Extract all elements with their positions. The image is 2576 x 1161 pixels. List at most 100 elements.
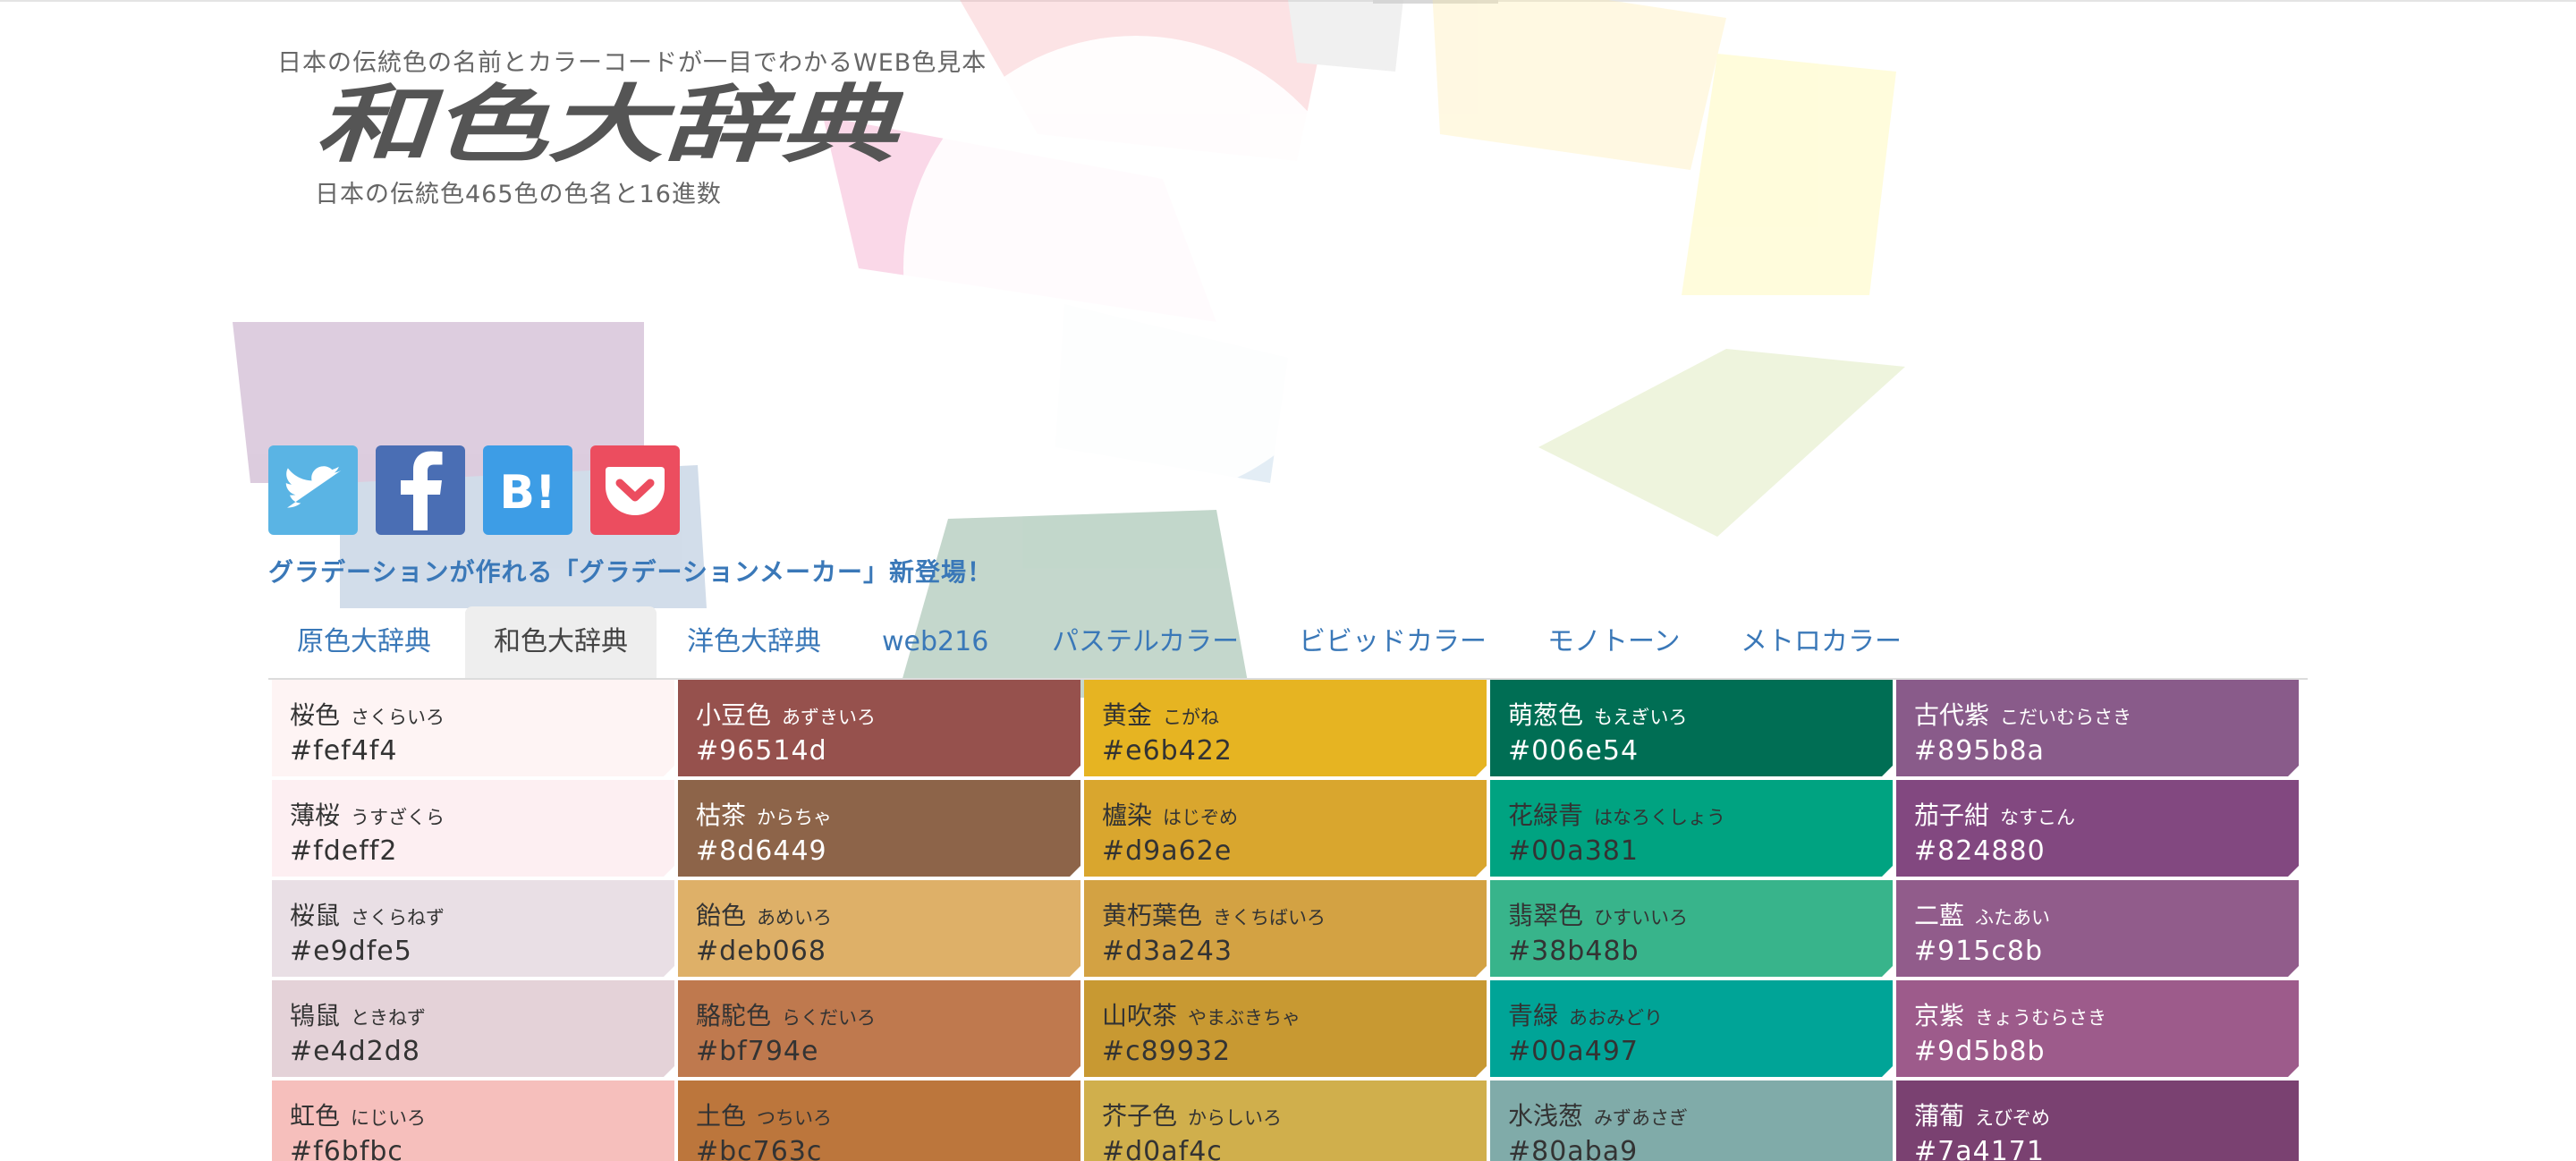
color-kanji-name: 枯茶 [696, 801, 747, 830]
swatch-corner-fold [664, 866, 674, 877]
color-reading: あめいろ [757, 907, 833, 928]
color-hex-code: #38b48b [1508, 936, 1640, 967]
color-hex-code: #8d6449 [696, 835, 827, 867]
color-kanji-name: 鴇鼠 [290, 1001, 341, 1030]
color-kanji-name: 二藍 [1914, 901, 1965, 930]
color-swatch[interactable]: 土色 つちいろ #bc763c [678, 1080, 1080, 1161]
color-swatch[interactable]: 古代紫 こだいむらさき #895b8a [1896, 680, 2299, 776]
tab-metro-colors[interactable]: メトロカラー [1741, 606, 1902, 678]
swatch-corner-fold [2288, 866, 2299, 877]
tab-web216[interactable]: web216 [882, 606, 988, 678]
color-swatch[interactable]: 水浅葱 みずあさぎ #80aba9 [1490, 1080, 1893, 1161]
swatch-corner-fold [664, 766, 674, 776]
color-kanji-name: 桜鼠 [290, 901, 341, 930]
color-swatch[interactable]: 黄金 こがね #e6b422 [1084, 680, 1487, 776]
color-hex-code: #00a497 [1508, 1036, 1639, 1067]
color-reading: やまぶきちゃ [1188, 1007, 1301, 1029]
color-reading: さくらいろ [351, 707, 445, 728]
color-swatch[interactable]: 翡翠色 ひすいいろ #38b48b [1490, 880, 1893, 977]
color-name: 小豆色 あずきいろ [696, 699, 1080, 733]
color-swatch[interactable]: 櫨染 はじぞめ #d9a62e [1084, 780, 1487, 877]
color-swatch[interactable]: 桜色 さくらいろ #fef4f4 [272, 680, 674, 776]
swatch-corner-fold [2288, 966, 2299, 977]
color-hex-code: #d3a243 [1102, 936, 1233, 967]
color-kanji-name: 芥子色 [1102, 1101, 1178, 1131]
swatch-corner-fold [1882, 966, 1893, 977]
hatena-bookmark-button[interactable]: B! [483, 445, 572, 535]
swatch-corner-fold [1476, 966, 1487, 977]
color-name: 萌葱色 もえぎいろ [1508, 699, 1893, 733]
tab-primary-colors[interactable]: 原色大辞典 [297, 606, 431, 678]
color-kanji-name: 青緑 [1508, 1001, 1559, 1030]
swatch-corner-fold [1070, 866, 1080, 877]
color-reading: さくらねず [351, 907, 445, 928]
swatch-corner-fold [1070, 966, 1080, 977]
color-swatch[interactable]: 京紫 きょうむらさき #9d5b8b [1896, 980, 2299, 1077]
color-hex-code: #d0af4c [1102, 1136, 1223, 1161]
color-swatch[interactable]: 蒲葡 えびぞめ #7a4171 [1896, 1080, 2299, 1161]
color-name: 飴色 あめいろ [696, 900, 1080, 934]
color-swatch[interactable]: 萌葱色 もえぎいろ #006e54 [1490, 680, 1893, 776]
color-reading: からしいろ [1188, 1107, 1283, 1129]
color-swatch[interactable]: 枯茶 からちゃ #8d6449 [678, 780, 1080, 877]
pocket-save-button[interactable] [590, 445, 680, 535]
gradient-maker-announcement-link[interactable]: グラデーションが作れる「グラデーションメーカー」新登場！ [268, 553, 993, 589]
tab-vivid-colors[interactable]: ビビッドカラー [1299, 606, 1487, 678]
color-name: 櫨染 はじぞめ [1102, 800, 1487, 834]
color-name: 枯茶 からちゃ [696, 800, 1080, 834]
color-hex-code: #fef4f4 [290, 735, 398, 767]
color-reading: はじぞめ [1163, 807, 1239, 828]
color-kanji-name: 櫨染 [1102, 801, 1153, 830]
swatch-corner-fold [1476, 1066, 1487, 1077]
color-kanji-name: 蒲葡 [1914, 1101, 1965, 1131]
color-swatch[interactable]: 黄朽葉色 きくちばいろ #d3a243 [1084, 880, 1487, 977]
twitter-share-button[interactable] [268, 445, 358, 535]
swatch-corner-fold [664, 966, 674, 977]
color-swatch[interactable]: 花緑青 はなろくしょう #00a381 [1490, 780, 1893, 877]
color-swatch[interactable]: 小豆色 あずきいろ #96514d [678, 680, 1080, 776]
tab-japanese-colors[interactable]: 和色大辞典 [465, 606, 657, 678]
color-reading: こがね [1163, 707, 1220, 728]
color-swatch[interactable]: 芥子色 からしいろ #d0af4c [1084, 1080, 1487, 1161]
hatena-bookmark-icon: B! [499, 466, 555, 517]
color-hex-code: #006e54 [1508, 735, 1640, 767]
color-swatch[interactable]: 飴色 あめいろ #deb068 [678, 880, 1080, 977]
tab-monotone[interactable]: モノトーン [1547, 606, 1681, 678]
color-name: 薄桜 うすざくら [290, 800, 674, 834]
color-swatch[interactable]: 鴇鼠 ときねず #e4d2d8 [272, 980, 674, 1077]
color-hex-code: #deb068 [696, 936, 826, 967]
color-reading: もえぎいろ [1594, 707, 1688, 728]
color-name: 桜色 さくらいろ [290, 699, 674, 733]
color-name: 黄朽葉色 きくちばいろ [1102, 900, 1487, 934]
color-swatch[interactable]: 桜鼠 さくらねず #e9dfe5 [272, 880, 674, 977]
twitter-bird-icon [285, 466, 342, 508]
color-swatch[interactable]: 山吹茶 やまぶきちゃ #c89932 [1084, 980, 1487, 1077]
color-swatch[interactable]: 駱駝色 らくだいろ #bf794e [678, 980, 1080, 1077]
color-name: 二藍 ふたあい [1914, 900, 2299, 934]
tab-pastel-colors[interactable]: パステルカラー [1052, 606, 1239, 678]
site-logo[interactable]: 和色大辞典 [313, 72, 903, 170]
color-kanji-name: 黄金 [1102, 700, 1153, 730]
color-name: 古代紫 こだいむらさき [1914, 699, 2299, 733]
color-kanji-name: 土色 [696, 1101, 747, 1131]
color-hex-code: #e4d2d8 [290, 1036, 420, 1067]
facebook-share-button[interactable] [376, 445, 465, 535]
tab-western-colors[interactable]: 洋色大辞典 [687, 606, 821, 678]
color-hex-code: #e6b422 [1102, 735, 1233, 767]
site-subtitle: 日本の伝統色465色の色名と16進数 [315, 181, 722, 208]
color-swatch[interactable]: 青緑 あおみどり #00a497 [1490, 980, 1893, 1077]
color-swatch[interactable]: 薄桜 うすざくら #fdeff2 [272, 780, 674, 877]
color-swatch[interactable]: 虹色 にじいろ #f6bfbc [272, 1080, 674, 1161]
color-name: 駱駝色 らくだいろ [696, 1000, 1080, 1034]
color-hex-code: #e9dfe5 [290, 936, 412, 967]
color-name: 鴇鼠 ときねず [290, 1000, 674, 1034]
color-reading: みずあさぎ [1594, 1107, 1689, 1129]
color-kanji-name: 虹色 [290, 1101, 341, 1131]
color-kanji-name: 駱駝色 [696, 1001, 772, 1030]
logo-text: 和色大辞典 [315, 77, 903, 170]
color-swatch[interactable]: 茄子紺 なすこん #824880 [1896, 780, 2299, 877]
color-swatch[interactable]: 二藍 ふたあい #915c8b [1896, 880, 2299, 977]
color-hex-code: #d9a62e [1102, 835, 1233, 867]
color-reading: きょうむらさき [1975, 1007, 2107, 1029]
color-name: 山吹茶 やまぶきちゃ [1102, 1000, 1487, 1034]
